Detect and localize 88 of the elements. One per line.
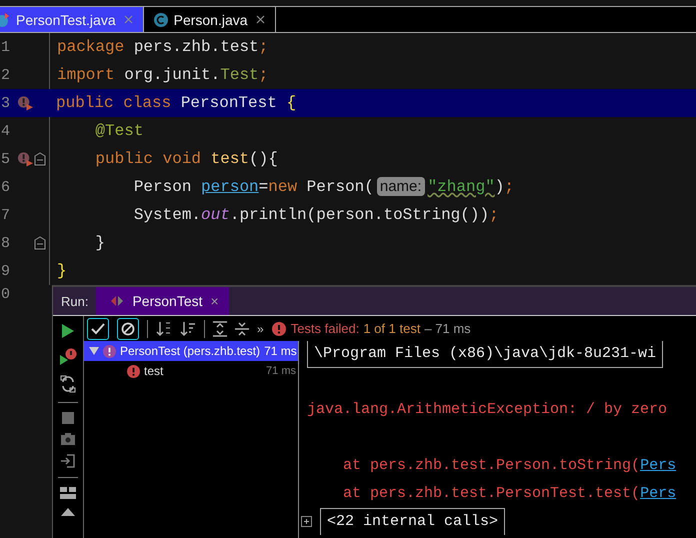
duration-text: – 71 ms bbox=[424, 321, 471, 336]
keyword: import bbox=[57, 66, 115, 84]
line-number: 8 bbox=[0, 234, 12, 252]
method-name: test bbox=[210, 150, 250, 168]
variable-name: person bbox=[201, 178, 259, 196]
semicolon: ; bbox=[258, 38, 268, 56]
run-tab[interactable]: PersonTest × bbox=[96, 287, 229, 315]
source-link[interactable]: Pers bbox=[640, 457, 676, 474]
more-button[interactable]: » bbox=[257, 322, 264, 336]
code-text: ) bbox=[494, 178, 504, 196]
checkmark-icon bbox=[91, 322, 105, 334]
line-number: 0 bbox=[0, 286, 12, 303]
line-number: 5 bbox=[0, 150, 12, 168]
internal-calls-fold[interactable]: <22 internal calls> bbox=[320, 508, 506, 535]
rerun-icon[interactable] bbox=[61, 323, 75, 339]
code-text: Person( bbox=[306, 178, 374, 196]
code-text: pers.zhb.test bbox=[132, 38, 259, 56]
static-field: out bbox=[201, 206, 230, 224]
stack-trace-line: at pers.zhb.test.PersonTest.test(Pers bbox=[342, 484, 678, 504]
test-duration: 71 ms bbox=[264, 344, 298, 358]
expand-arrow-icon[interactable] bbox=[89, 347, 99, 355]
class-name: Test bbox=[220, 66, 259, 84]
command-line: \Program Files (x86)\java\jdk-8u231-wi bbox=[307, 341, 664, 368]
error-icon bbox=[272, 322, 286, 336]
line-number: 1 bbox=[0, 38, 12, 56]
sort-by-duration-icon[interactable] bbox=[180, 320, 196, 336]
editor-tab[interactable]: PersonTest.java bbox=[0, 7, 144, 32]
keyword: package bbox=[57, 38, 124, 56]
code-text: PersonTest bbox=[180, 94, 278, 112]
show-ignored-button[interactable] bbox=[117, 318, 139, 340]
import-icon[interactable] bbox=[61, 454, 75, 468]
semicolon: ; bbox=[258, 66, 268, 84]
string-literal: "zhang" bbox=[428, 178, 495, 196]
line-number: 7 bbox=[0, 206, 12, 224]
expand-icon[interactable] bbox=[301, 516, 312, 527]
keyword: public class bbox=[56, 94, 172, 112]
code-text: = bbox=[258, 178, 268, 196]
code-text: .println(person.toString()) bbox=[230, 206, 490, 224]
sort-alphabetically-icon[interactable] bbox=[156, 320, 172, 336]
source-link[interactable]: Pers bbox=[640, 485, 676, 502]
brace: } bbox=[57, 262, 67, 280]
fold-marker-icon[interactable] bbox=[34, 152, 46, 166]
status-text: Tests failed: bbox=[290, 321, 360, 336]
editor-tab[interactable]: Person.java bbox=[144, 7, 276, 32]
expand-all-icon[interactable] bbox=[213, 320, 227, 336]
collapse-all-icon[interactable] bbox=[235, 320, 249, 336]
keyword: new bbox=[268, 178, 298, 196]
stack-trace-line: at pers.zhb.test.Person.toString(Pers bbox=[342, 456, 678, 476]
test-name: test bbox=[144, 364, 164, 378]
line-number: 9 bbox=[0, 262, 12, 280]
parameter-hint: name: bbox=[376, 177, 425, 196]
brace: { bbox=[286, 94, 296, 112]
fold-marker-icon[interactable] bbox=[34, 236, 46, 250]
error-icon bbox=[127, 364, 140, 378]
cycle-icon[interactable] bbox=[60, 375, 76, 393]
failed-count: 1 of 1 test bbox=[363, 321, 420, 336]
close-icon[interactable]: × bbox=[210, 293, 219, 309]
code-text: (){ bbox=[249, 150, 278, 168]
code-text: System. bbox=[132, 206, 202, 224]
test-name: PersonTest (pers.zhb.test) bbox=[120, 344, 260, 358]
show-passed-button[interactable] bbox=[87, 318, 109, 340]
class-icon bbox=[154, 12, 168, 26]
annotation: @Test bbox=[94, 122, 144, 140]
tree-row[interactable]: PersonTest (pers.zhb.test) 71 ms bbox=[84, 341, 298, 361]
error-icon bbox=[103, 344, 116, 358]
keyword: public void bbox=[94, 150, 202, 168]
test-run-icon bbox=[110, 295, 124, 307]
camera-icon[interactable] bbox=[61, 433, 75, 445]
code-text: } bbox=[94, 234, 106, 252]
run-failed-icon[interactable] bbox=[17, 151, 34, 167]
exception-message: java.lang.ArithmeticException: / by zero bbox=[307, 400, 668, 420]
line-number: 3 bbox=[0, 94, 12, 112]
test-duration: 71 ms bbox=[266, 365, 297, 377]
semicolon: ; bbox=[504, 178, 514, 196]
code-text: org.junit. bbox=[123, 66, 220, 84]
layout-icon[interactable] bbox=[60, 487, 76, 499]
tree-row[interactable]: test 71 ms bbox=[84, 361, 298, 381]
ban-icon bbox=[121, 322, 135, 336]
run-label: Run: bbox=[60, 294, 90, 308]
code-text: Person bbox=[132, 178, 192, 196]
semicolon: ; bbox=[489, 206, 499, 224]
close-icon[interactable] bbox=[256, 15, 265, 24]
rerun-failed-icon[interactable] bbox=[59, 348, 77, 366]
test-class-icon bbox=[0, 12, 10, 26]
run-failed-icon[interactable] bbox=[17, 95, 34, 111]
line-number: 6 bbox=[0, 178, 12, 196]
line-number: 2 bbox=[0, 66, 12, 84]
line-number: 4 bbox=[0, 122, 12, 140]
